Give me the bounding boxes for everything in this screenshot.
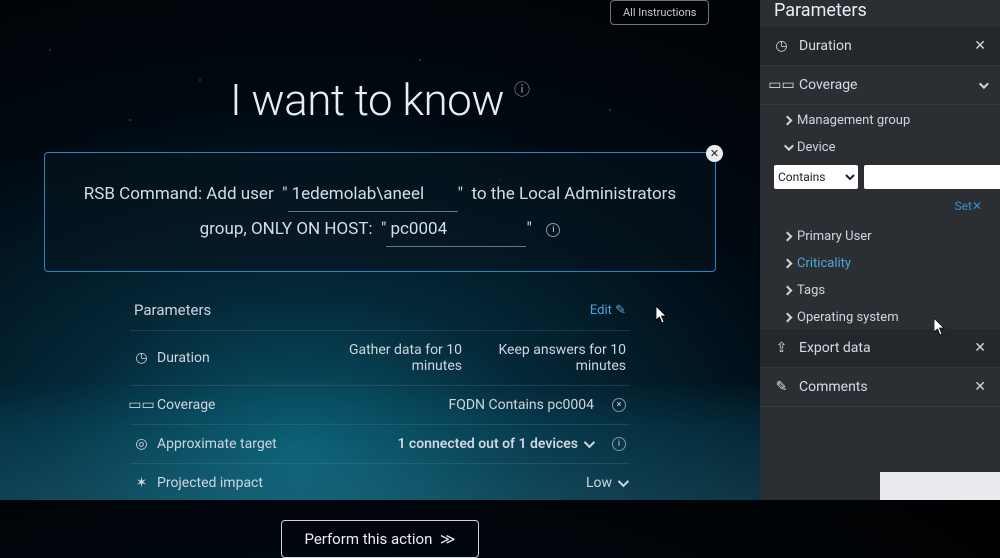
sidebar-item-criticality[interactable]: Criticality	[760, 248, 1000, 275]
user-input[interactable]: 1edemolab\aneel	[288, 177, 458, 212]
sidebar-item-tags[interactable]: Tags	[760, 275, 1000, 302]
info-icon[interactable]: ⓘ	[514, 76, 530, 100]
chevron-down-icon	[979, 77, 986, 93]
corner-panel	[880, 472, 1000, 500]
edit-link[interactable]: Edit ✎	[590, 303, 626, 318]
host-input[interactable]: pc0004	[386, 212, 526, 247]
impact-dropdown[interactable]: Low	[586, 475, 626, 491]
command-box: ✕ RSB Command: Add user "1edemolab\aneel…	[44, 152, 716, 272]
set-link[interactable]: Set✕	[760, 195, 1000, 221]
sidebar-item-os[interactable]: Operating system	[760, 302, 1000, 329]
clock-icon: ◷	[134, 351, 149, 366]
main-area: I want to know ⓘ ✕ RSB Command: Add user…	[0, 0, 760, 500]
sidebar-item-device[interactable]: Device	[760, 132, 1000, 159]
device-filter-operator[interactable]: Contains	[774, 165, 858, 189]
edit-icon: ✎	[774, 380, 789, 395]
page-title: I want to know	[230, 74, 504, 126]
coverage-icon: ▭▭	[134, 398, 149, 413]
parameters-heading: Parameters	[134, 301, 324, 319]
info-icon[interactable]: i	[612, 437, 626, 451]
sidebar-item-primary-user[interactable]: Primary User	[760, 221, 1000, 248]
table-row: ✶Projected impact Low	[130, 463, 630, 502]
table-row: ◷Duration Gather data for 10 minutesKeep…	[130, 330, 630, 385]
sidebar: Parameters ◷Duration ✕ ▭▭Coverage Manage…	[760, 0, 1000, 500]
close-icon[interactable]: ✕	[706, 145, 723, 162]
sidebar-item-coverage[interactable]: ▭▭Coverage	[760, 66, 1000, 105]
close-icon[interactable]: ✕	[974, 340, 986, 356]
perform-action-button[interactable]: Perform this action ≫	[281, 520, 478, 558]
sidebar-item-duration[interactable]: ◷Duration ✕	[760, 27, 1000, 66]
coverage-icon: ▭▭	[774, 78, 789, 93]
table-row: ▭▭Coverage FQDN Contains pc0004×	[130, 385, 630, 424]
close-icon[interactable]: ✕	[974, 38, 986, 54]
table-row: ◎Approximate target 1 connected out of 1…	[130, 424, 630, 463]
info-icon[interactable]: i	[546, 223, 560, 237]
impact-icon: ✶	[134, 476, 149, 491]
remove-filter-icon[interactable]: ×	[612, 398, 626, 412]
parameters-table: Parameters Edit ✎ ◷Duration Gather data …	[130, 290, 630, 502]
sidebar-header: Parameters	[760, 0, 1000, 27]
device-filter-input[interactable]	[864, 165, 1000, 189]
export-icon: ⇪	[774, 341, 789, 356]
clock-icon: ◷	[774, 39, 789, 54]
approx-target-dropdown[interactable]: 1 connected out of 1 devices	[397, 436, 592, 452]
sidebar-item-export[interactable]: ⇪Export data ✕	[760, 329, 1000, 368]
sidebar-item-comments[interactable]: ✎Comments ✕	[760, 368, 1000, 407]
command-prefix: RSB Command: Add user	[84, 184, 274, 204]
sidebar-item-management-group[interactable]: Management group	[760, 105, 1000, 132]
close-icon[interactable]: ✕	[974, 379, 986, 395]
target-icon: ◎	[134, 437, 149, 452]
